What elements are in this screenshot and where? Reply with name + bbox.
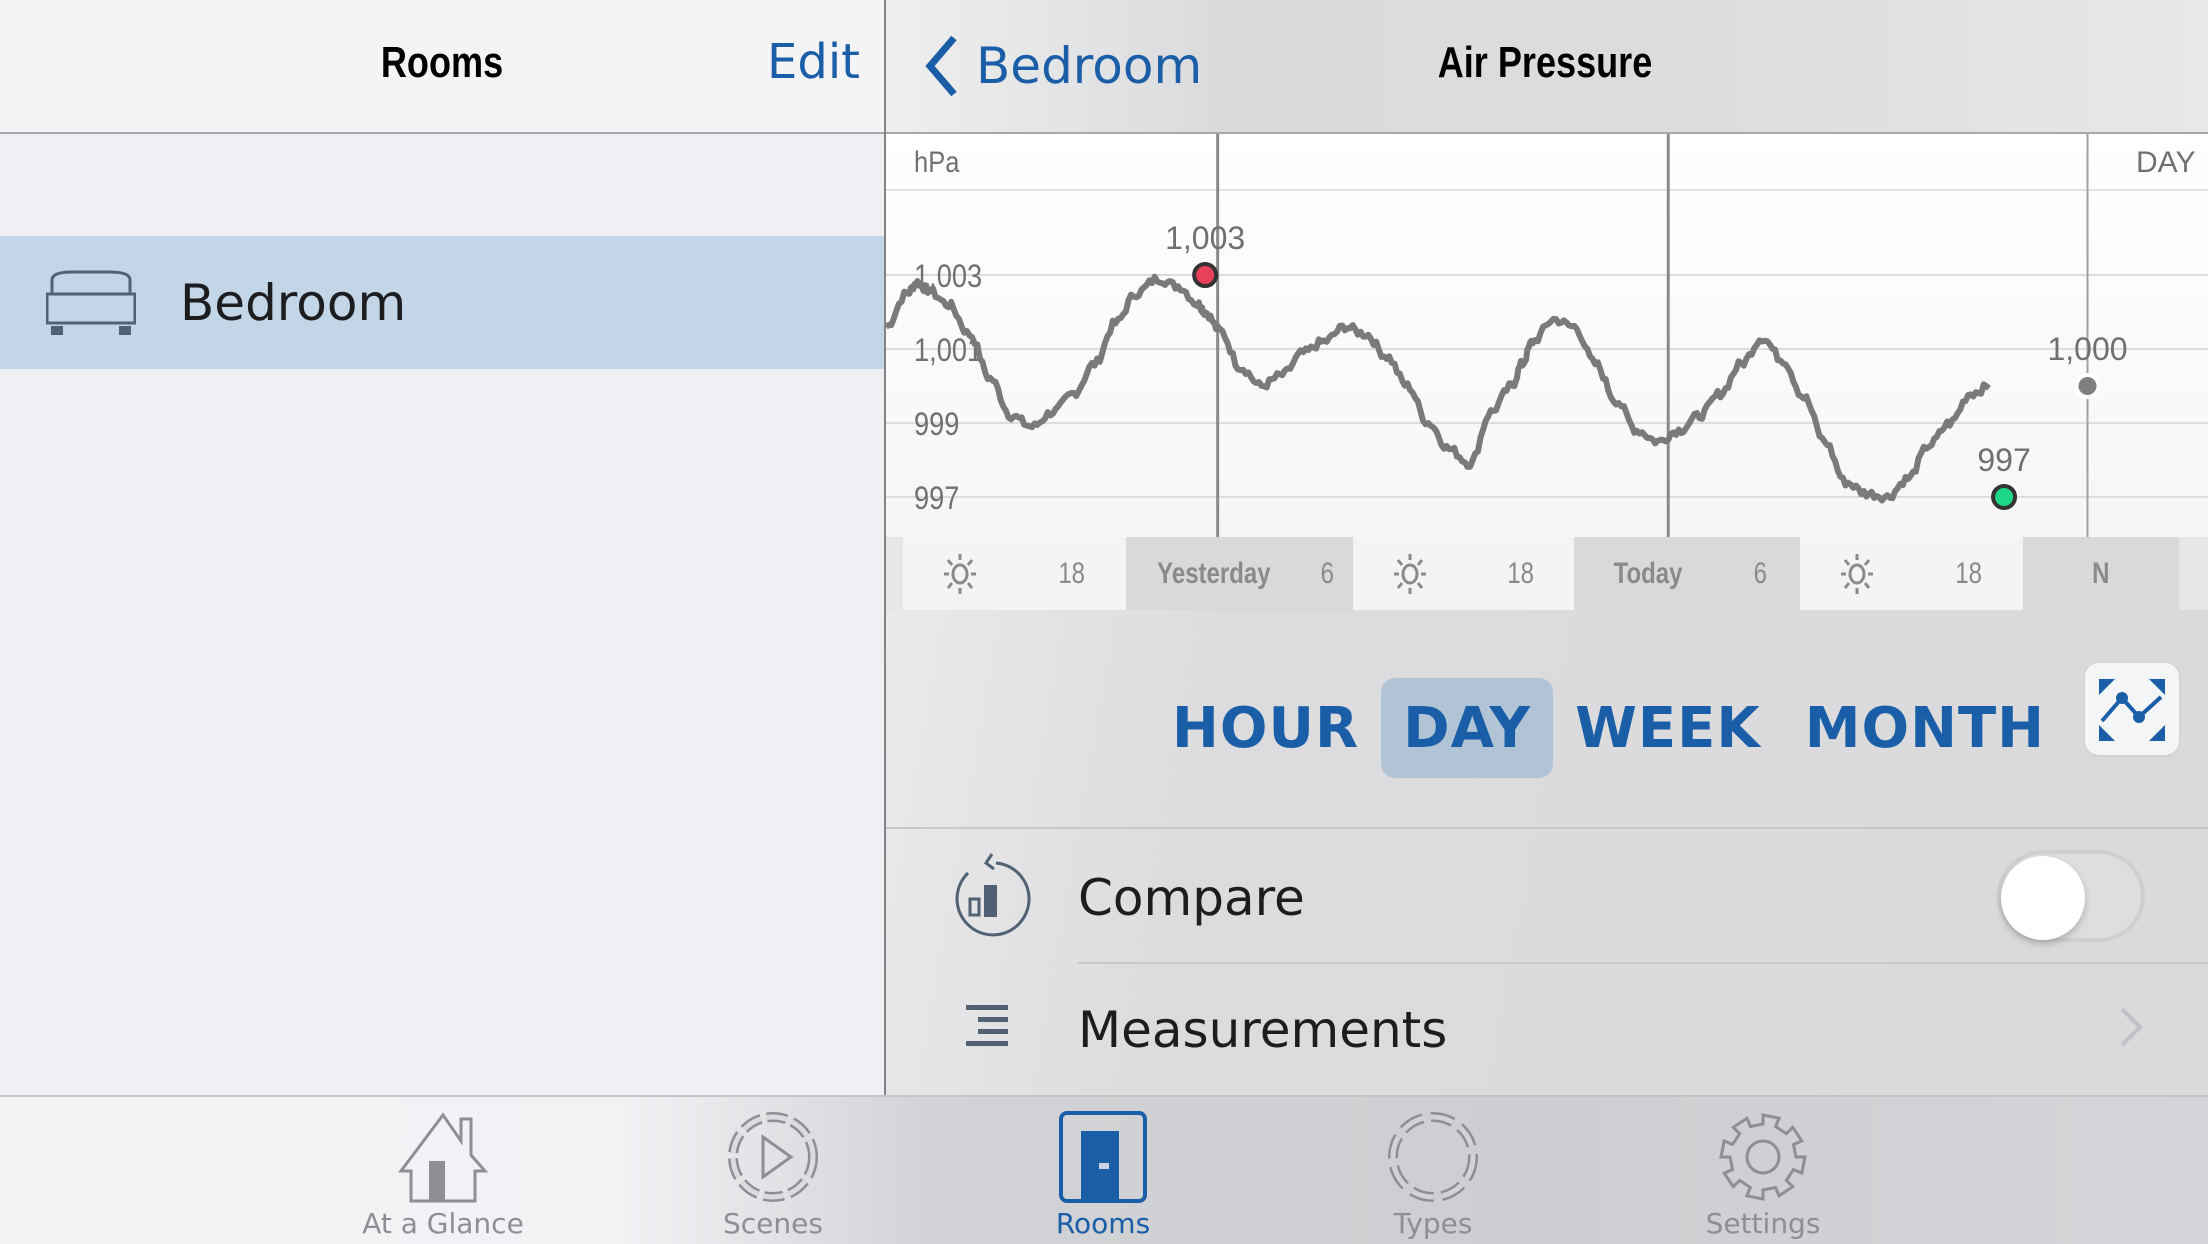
min-marker [1991,484,2018,510]
rooms-panel [0,0,884,1095]
day-segment-named: Today 6 [1574,537,1800,610]
gear-icon [1719,1113,1807,1201]
range-hour[interactable]: HOUR [1150,678,1381,778]
compare-icon [955,853,1031,937]
tab-bar: At a Glance Scenes Rooms Types Settings [0,1095,2208,1244]
y-tick-label: 999 [914,407,959,443]
types-ring-icon [1388,1112,1478,1202]
list-icon [966,1005,1008,1046]
pressure-chart[interactable]: 997 999 1,001 1,003 1,003 997 1,000 hPa DAY [886,134,2208,537]
range-month[interactable]: MONTH [1783,678,2067,778]
back-button[interactable]: Bedroom [922,34,1202,98]
current-marker [2074,373,2101,399]
compare-toggle[interactable] [1997,850,2145,942]
compare-label: Compare [1078,869,1305,927]
hour-label: 6 [1753,556,1768,590]
tab-types[interactable]: Types [1333,1097,1533,1244]
rooms-title: Rooms [380,38,504,87]
measurements-label: Measurements [1078,1001,1448,1059]
tab-rooms[interactable]: Rooms [1003,1097,1203,1244]
scenes-play-icon [728,1112,818,1202]
sun-icon [944,553,977,594]
room-label: Bedroom [180,273,407,332]
tab-scenes[interactable]: Scenes [673,1097,873,1244]
unit-label: hPa [914,145,960,178]
range-label: DAY [2136,146,2195,179]
measurements-row[interactable]: Measurements [886,965,2208,1095]
hour-label: 18 [1058,556,1086,590]
separator [886,827,2208,829]
day-segment: 18 [1799,537,2023,610]
home-icon [398,1112,489,1203]
y-tick-label: 997 [914,481,959,517]
bed-icon [46,270,136,335]
hour-label: 18 [1955,556,1983,590]
tab-label: Scenes [723,1207,823,1240]
sun-icon [1841,553,1874,594]
hour-label: 6 [1320,556,1335,590]
rooms-navbar: Rooms Edit [0,0,884,134]
page-title: Air Pressure [1437,38,1653,87]
chart-canvas: 9979991,0011,003 1,0039971,000 hPa DAY [886,134,2208,537]
pressure-series-line [886,273,1991,504]
current-value-label: 1,000 [2047,331,2127,367]
back-label: Bedroom [976,37,1203,95]
chevron-right-icon [2120,1007,2143,1047]
tab-label: Types [1393,1207,1473,1240]
tab-label: Rooms [1055,1207,1151,1240]
max-marker [1192,262,1219,288]
day-segment-named: N [2022,537,2180,610]
day-segment: 18 [1353,537,1575,610]
day-segment [886,537,903,610]
edit-button[interactable]: Edit [767,34,860,90]
toggle-knob [2001,856,2085,940]
line-chart-expand-icon [2099,679,2165,741]
time-axis: 18 Yesterday 6 18 Today 6 18 N [886,537,2208,610]
day-label: Today [1613,556,1683,590]
tab-label: Settings [1705,1207,1821,1240]
day-segment-named: Yesterday 6 [1125,537,1354,610]
tab-label: At a Glance [362,1207,524,1240]
room-list-item-bedroom[interactable]: Bedroom [0,236,884,369]
separator [1078,962,2208,964]
door-icon [1059,1111,1147,1203]
min-value-label: 997 [1977,442,2030,478]
chevron-left-icon [925,35,957,97]
tab-settings[interactable]: Settings [1663,1097,1863,1244]
day-segment: 18 [902,537,1126,610]
sun-icon [1394,553,1427,594]
range-week[interactable]: WEEK [1553,678,1783,778]
tab-at-a-glance[interactable]: At a Glance [343,1097,543,1244]
hour-label: 18 [1507,556,1535,590]
chart-mode-button[interactable] [2085,663,2179,755]
max-value-label: 1,003 [1165,220,1245,256]
day-label: Yesterday [1157,556,1271,590]
range-day[interactable]: DAY [1381,678,1554,778]
range-segmented-control: HOUR DAY WEEK MONTH [1150,678,2067,778]
day-label: N [2092,556,2110,590]
